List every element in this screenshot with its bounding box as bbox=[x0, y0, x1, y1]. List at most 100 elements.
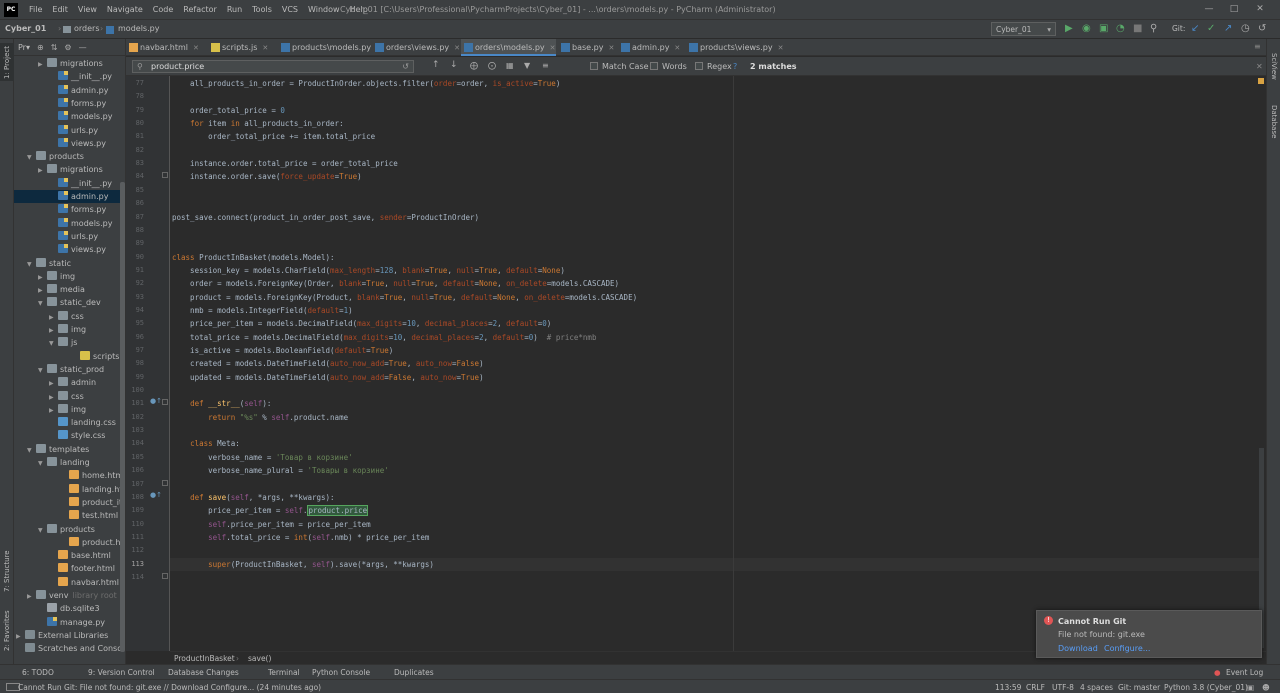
regex-checkbox[interactable] bbox=[695, 62, 703, 70]
editor-tab[interactable]: admin.py ✕ bbox=[618, 39, 684, 56]
code-line[interactable]: def save(self, *args, **kwargs): bbox=[172, 491, 335, 504]
tree-folder[interactable]: ▼ static bbox=[14, 257, 71, 270]
sciview-tool-label[interactable]: SciView bbox=[1270, 53, 1278, 80]
code-line[interactable]: super(ProductInBasket, self).save(*args,… bbox=[172, 558, 434, 571]
file-encoding[interactable]: UTF-8 bbox=[1052, 683, 1074, 692]
tree-folder[interactable]: ▼ landing bbox=[14, 456, 90, 469]
regex-help-link[interactable]: ? bbox=[733, 62, 737, 71]
tree-file[interactable]: models.py bbox=[14, 110, 112, 123]
download-link[interactable]: Download bbox=[1058, 644, 1098, 653]
history-icon[interactable]: ◷ bbox=[1241, 23, 1250, 35]
tree-file[interactable]: admin.py bbox=[14, 84, 108, 97]
code-line[interactable]: def __str__(self): bbox=[172, 397, 271, 410]
tree-folder[interactable]: ▼ static_prod bbox=[14, 363, 104, 376]
chevron-right-icon[interactable]: ▶ bbox=[38, 271, 47, 284]
editor-tab[interactable]: products\views.py ✕ bbox=[686, 39, 783, 56]
code-line[interactable]: all_products_in_order = ProductInOrder.o… bbox=[172, 77, 560, 90]
chevron-down-icon[interactable]: ▼ bbox=[38, 457, 47, 470]
debug-icon[interactable]: ◉ bbox=[1082, 23, 1091, 35]
code-line[interactable]: nmb = models.IntegerField(default=1) bbox=[172, 304, 353, 317]
inspection-status-icon[interactable] bbox=[1258, 78, 1264, 84]
code-line[interactable]: class Meta: bbox=[172, 437, 240, 450]
menu-window[interactable]: Window bbox=[303, 5, 345, 14]
close-tab-icon[interactable]: ✕ bbox=[674, 44, 680, 52]
coverage-icon[interactable]: ▣ bbox=[1099, 23, 1108, 35]
indent-setting[interactable]: 4 spaces bbox=[1080, 683, 1113, 692]
tree-folder[interactable]: ▼ products bbox=[14, 523, 95, 536]
tree-folder[interactable]: ▼ static_dev bbox=[14, 296, 101, 309]
tree-folder[interactable]: ▶ venv library root bbox=[14, 589, 117, 602]
tree-file[interactable]: product.html bbox=[14, 536, 125, 549]
tree-file[interactable]: ▶ External Libraries bbox=[14, 629, 108, 642]
find-input[interactable]: ⚲ product.price ↺ bbox=[132, 60, 414, 73]
revert-icon[interactable]: ↺ bbox=[1258, 23, 1266, 35]
next-occurrence-icon[interactable]: ↓ bbox=[450, 60, 458, 70]
tabs-overflow-icon[interactable]: ≡ bbox=[1254, 42, 1261, 51]
editor-tab[interactable]: navbar.html ✕ bbox=[126, 39, 206, 56]
tree-folder[interactable]: ▶ img bbox=[14, 270, 75, 283]
tree-file[interactable]: urls.py bbox=[14, 230, 98, 243]
code-line[interactable]: session_key = models.CharField(max_lengt… bbox=[172, 264, 565, 277]
breadcrumb-class[interactable]: ProductInBasket bbox=[174, 654, 235, 663]
chevron-right-icon[interactable]: ▶ bbox=[38, 284, 47, 297]
tree-file[interactable]: base.html bbox=[14, 549, 111, 562]
configure-link[interactable]: Configure... bbox=[1104, 644, 1150, 653]
code-editor[interactable]: all_products_in_order = ProductInOrder.o… bbox=[170, 76, 1260, 651]
chevron-down-icon[interactable]: ▼ bbox=[27, 258, 36, 271]
code-line[interactable]: class ProductInBasket(models.Model): bbox=[172, 251, 335, 264]
editor-tab[interactable]: orders\models.py ✕ bbox=[461, 39, 556, 56]
terminal-tool-button[interactable]: Terminal bbox=[268, 668, 300, 677]
chevron-right-icon[interactable]: ▶ bbox=[49, 391, 58, 404]
regex-option[interactable]: Regex bbox=[695, 62, 732, 71]
tree-folder[interactable]: ▶ img bbox=[14, 403, 86, 416]
code-line[interactable]: is_active = models.BooleanField(default=… bbox=[172, 344, 393, 357]
tree-file[interactable]: views.py bbox=[14, 243, 106, 256]
tree-file[interactable]: test.html bbox=[14, 509, 118, 522]
run-configuration-select[interactable]: Cyber_01 ▾ bbox=[991, 22, 1056, 36]
code-line[interactable]: updated = models.DateTimeField(auto_now_… bbox=[172, 371, 484, 384]
add-selection-icon[interactable]: ⨁ bbox=[470, 61, 478, 70]
menu-code[interactable]: Code bbox=[148, 5, 178, 14]
tree-folder[interactable]: ▼ products bbox=[14, 150, 84, 163]
select-all-occurrences-icon[interactable]: ▦ bbox=[506, 61, 514, 70]
code-line[interactable]: order_total_price += item.total_price bbox=[172, 130, 375, 143]
close-tab-icon[interactable]: ✕ bbox=[550, 44, 556, 52]
close-tab-icon[interactable]: ✕ bbox=[778, 44, 784, 52]
close-icon[interactable]: ✕ bbox=[1253, 3, 1267, 15]
todo-tool-button[interactable]: 6: TODO bbox=[22, 668, 54, 677]
menu-view[interactable]: View bbox=[73, 5, 102, 14]
event-log-button[interactable]: Event Log bbox=[1226, 668, 1263, 677]
maximize-icon[interactable]: □ bbox=[1227, 3, 1241, 15]
run-icon[interactable]: ▶ bbox=[1065, 23, 1073, 35]
tree-file[interactable]: __init__.py bbox=[14, 70, 112, 83]
stop-icon[interactable]: ■ bbox=[1133, 23, 1142, 35]
code-line[interactable]: price_per_item = self.product.price bbox=[172, 504, 369, 517]
close-tab-icon[interactable]: ✕ bbox=[262, 44, 268, 52]
filter-icon[interactable]: ▼ bbox=[524, 61, 530, 70]
breadcrumb-method[interactable]: save() bbox=[248, 654, 271, 663]
git-branch[interactable]: Git: master bbox=[1118, 683, 1160, 692]
chevron-down-icon[interactable]: ▼ bbox=[38, 524, 47, 537]
menu-tools[interactable]: Tools bbox=[247, 5, 277, 14]
menu-run[interactable]: Run bbox=[222, 5, 247, 14]
chevron-down-icon[interactable]: ▼ bbox=[38, 364, 47, 377]
match-case-checkbox[interactable] bbox=[590, 62, 598, 70]
menu-navigate[interactable]: Navigate bbox=[102, 5, 148, 14]
version-control-tool-button[interactable]: 9: Version Control bbox=[88, 668, 155, 677]
menu-vcs[interactable]: VCS bbox=[277, 5, 303, 14]
hide-icon[interactable]: — bbox=[79, 43, 87, 52]
chevron-right-icon[interactable]: ▶ bbox=[49, 311, 58, 324]
regex-history-icon[interactable]: ↺ bbox=[402, 61, 409, 72]
tree-file[interactable]: landing.html bbox=[14, 483, 125, 496]
tree-folder[interactable]: ▶ img bbox=[14, 323, 86, 336]
tree-file[interactable]: style.css bbox=[14, 429, 105, 442]
tree-file[interactable]: scripts.js bbox=[14, 350, 125, 363]
code-line[interactable]: instance.order.save(force_update=True) bbox=[172, 170, 362, 183]
fold-marker-icon[interactable] bbox=[162, 172, 168, 179]
code-line[interactable]: verbose_name_plural = 'Товары в корзине' bbox=[172, 464, 389, 477]
match-case-option[interactable]: Match Case bbox=[590, 62, 649, 71]
close-tab-icon[interactable]: ✕ bbox=[454, 44, 460, 52]
git-commit-icon[interactable]: ✓ bbox=[1207, 23, 1215, 35]
chevron-down-icon[interactable]: ▼ bbox=[27, 444, 36, 457]
code-line[interactable]: for item in all_products_in_order: bbox=[172, 117, 344, 130]
